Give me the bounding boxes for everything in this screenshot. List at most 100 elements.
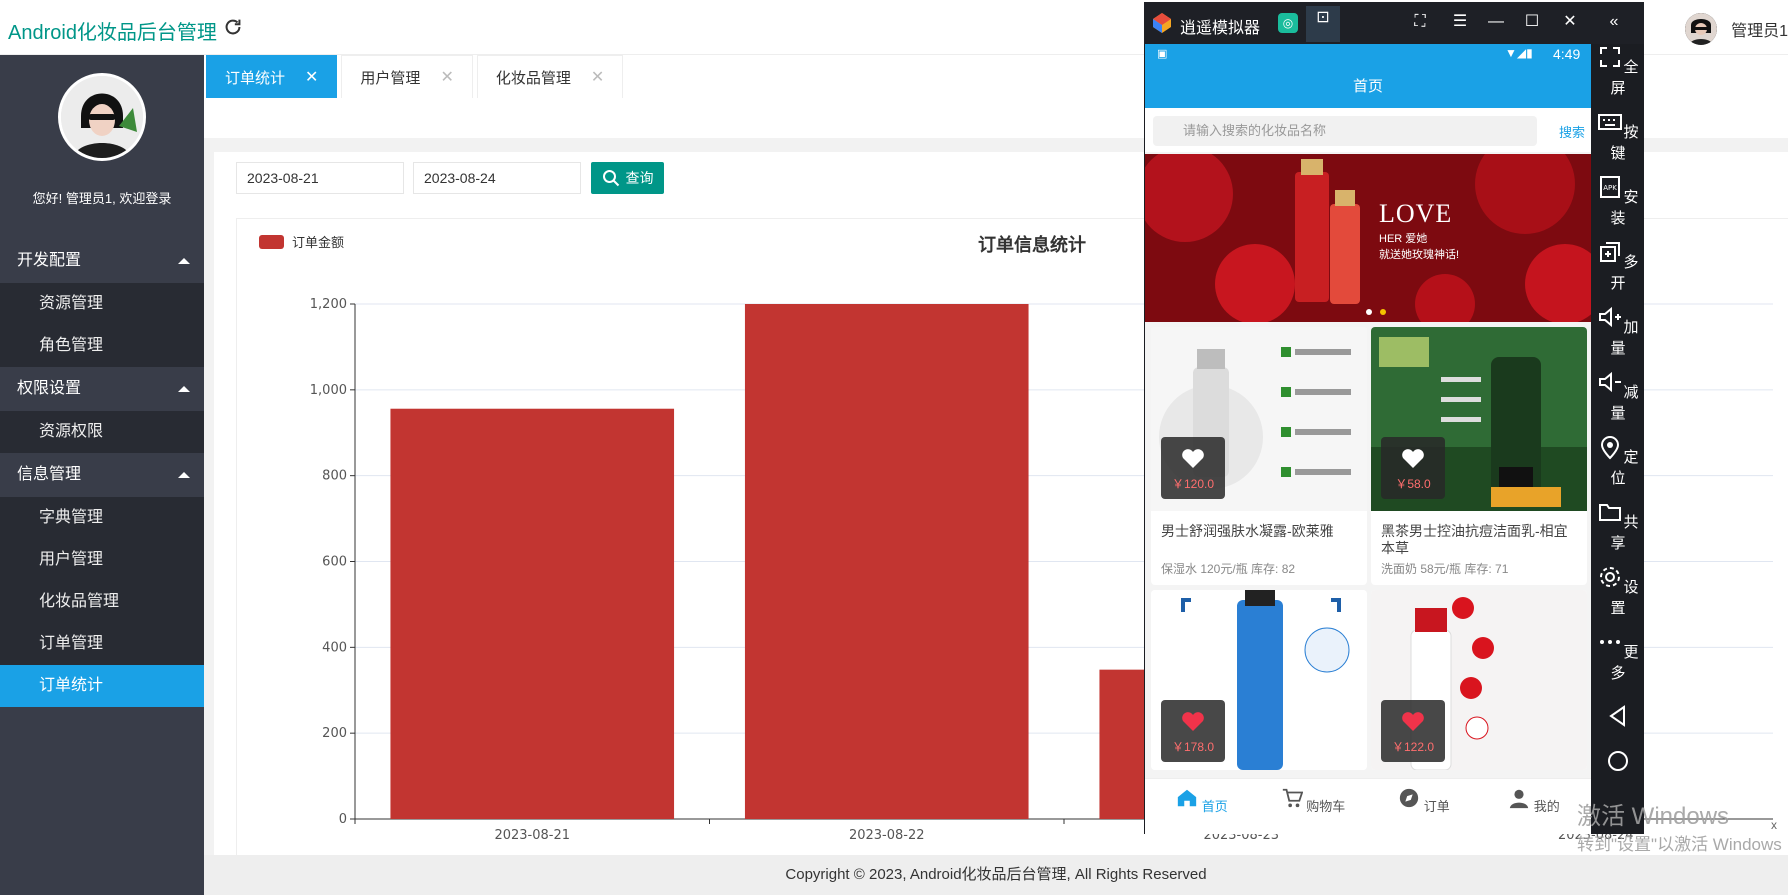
heart-icon xyxy=(1402,712,1424,731)
tool-multi[interactable]: 多开 xyxy=(1592,239,1644,293)
welcome-text: 您好! 管理员1, 欢迎登录 xyxy=(32,191,172,206)
signal-icon: ▼◢▮ xyxy=(1505,46,1533,60)
user-menu[interactable]: 管理员1 xyxy=(1685,12,1788,46)
menu-item-resource-mgmt[interactable]: 资源管理 xyxy=(0,283,204,325)
nav-label: 首页 xyxy=(1201,799,1228,814)
tool-location[interactable]: 定位 xyxy=(1592,434,1644,488)
bottom-nav: 首页 购物车 订单 我的 xyxy=(1145,778,1591,834)
start-date-input[interactable]: 2023-08-21 xyxy=(236,162,404,194)
menu-item-user-mgmt[interactable]: 用户管理 xyxy=(0,539,204,581)
search-input[interactable]: 请输入搜索的化妆品名称 xyxy=(1153,116,1537,146)
nav-label: 购物车 xyxy=(1306,799,1346,814)
nav-cart[interactable]: 购物车 xyxy=(1273,787,1353,815)
close-icon[interactable]: x xyxy=(1771,818,1777,832)
home-circle-icon[interactable] xyxy=(1606,749,1630,773)
emulator-window: 逍遥模拟器 ◎ ⊡ ⛶ ☰ — ☐ ✕ « ▣ ▼◢▮ 4:49 首页 请输入搜… xyxy=(1144,2,1644,834)
close-icon[interactable]: ✕ xyxy=(440,67,453,87)
status-time: 4:49 xyxy=(1553,46,1581,62)
tool-share[interactable]: 共享 xyxy=(1592,499,1644,553)
maximize-icon[interactable]: ☐ xyxy=(1520,10,1544,34)
y-tick-label: 1,000 xyxy=(310,383,347,398)
minimize-icon[interactable]: — xyxy=(1484,10,1508,34)
tool-keys[interactable]: 按键 xyxy=(1592,109,1644,163)
submenu-permission: 资源权限 xyxy=(0,411,204,453)
caret-up-icon xyxy=(178,472,190,478)
apps-tab-icon[interactable]: ⊡ xyxy=(1306,6,1340,42)
close-icon[interactable]: ✕ xyxy=(591,67,604,87)
menu-group-label: 信息管理 xyxy=(17,466,82,483)
refresh-icon[interactable] xyxy=(222,16,244,38)
caret-up-icon xyxy=(178,258,190,264)
y-tick-label: 200 xyxy=(322,726,347,741)
tab-order-stats[interactable]: 订单统计 ✕ xyxy=(206,55,338,98)
windows-activation-title: 激活 Windows xyxy=(1577,803,1730,830)
menu-group-label: 权限设置 xyxy=(17,380,82,397)
bar xyxy=(390,408,675,819)
nav-mine[interactable]: 我的 xyxy=(1494,787,1574,815)
menu-item-role-mgmt[interactable]: 角色管理 xyxy=(0,325,204,367)
query-button[interactable]: 查询 xyxy=(591,162,664,194)
tool-install[interactable]: APK 安装 xyxy=(1592,174,1644,228)
product-card[interactable]: ￥120.0 男士舒润强肤水凝露-欧莱雅 保湿水 120元/瓶 库存: 82 xyxy=(1151,327,1367,585)
menu-item-order-mgmt[interactable]: 订单管理 xyxy=(0,623,204,665)
y-tick-label: 1,200 xyxy=(310,297,347,312)
end-date-input[interactable]: 2023-08-24 xyxy=(413,162,581,194)
tab-label: 化妆品管理 xyxy=(495,69,571,87)
tab-user-mgmt[interactable]: 用户管理 ✕ xyxy=(341,55,473,98)
tool-volume-up[interactable]: 加量 xyxy=(1592,304,1644,358)
product-price: ￥178.0 xyxy=(1171,740,1215,754)
close-icon[interactable]: ✕ xyxy=(1558,10,1582,34)
close-icon[interactable]: ✕ xyxy=(305,67,318,87)
collapse-icon[interactable]: « xyxy=(1602,10,1626,34)
menu-group-dev-config[interactable]: 开发配置 xyxy=(0,239,204,283)
product-price: ￥122.0 xyxy=(1391,740,1435,754)
menu-icon[interactable]: ☰ xyxy=(1448,10,1472,34)
user-icon xyxy=(1510,789,1529,809)
product-card[interactable]: ￥122.0 xyxy=(1371,590,1587,770)
search-icon xyxy=(602,170,619,187)
product-meta: 洗面奶 58元/瓶 库存: 71 xyxy=(1381,562,1509,576)
menu-group-permission[interactable]: 权限设置 xyxy=(0,367,204,411)
user-name: 管理员1 xyxy=(1731,23,1788,40)
product-card[interactable]: ￥178.0 xyxy=(1151,590,1367,770)
sidebar-avatar xyxy=(58,73,146,161)
y-tick-label: 0 xyxy=(339,812,347,827)
favorite-badge[interactable]: ￥178.0 xyxy=(1161,700,1225,762)
favorite-badge[interactable]: ￥58.0 xyxy=(1381,437,1445,499)
location-icon xyxy=(1601,436,1620,460)
nav-home[interactable]: 首页 xyxy=(1162,787,1242,815)
product-card[interactable]: ￥58.0 黑茶男士控油抗痘洁面乳-相宜本草 洗面奶 58元/瓶 库存: 71 xyxy=(1371,327,1587,585)
sidebar: 您好! 管理员1, 欢迎登录 开发配置 资源管理 角色管理 权限设置 资源权限 … xyxy=(0,55,204,895)
apk-icon: APK xyxy=(1600,176,1621,198)
cart-icon xyxy=(1282,788,1304,808)
y-tick-label: 800 xyxy=(322,469,347,484)
compass-icon xyxy=(1400,788,1419,808)
menu-group-info-mgmt[interactable]: 信息管理 xyxy=(0,453,204,497)
menu-group-label: 开发配置 xyxy=(17,252,82,269)
menu-item-cosmetic-mgmt[interactable]: 化妆品管理 xyxy=(0,581,204,623)
gear-icon xyxy=(1600,567,1621,587)
folder-icon xyxy=(1599,504,1622,521)
nav-label: 我的 xyxy=(1533,799,1560,814)
tool-settings[interactable]: 设置 xyxy=(1592,564,1644,618)
favorite-badge[interactable]: ￥122.0 xyxy=(1381,700,1445,762)
nav-orders[interactable]: 订单 xyxy=(1384,787,1464,815)
y-tick-label: 400 xyxy=(322,640,347,655)
favorite-badge[interactable]: ￥120.0 xyxy=(1161,437,1225,499)
promo-banner[interactable]: LOVE HER 爱她 就送她玫瑰神话! xyxy=(1145,154,1591,322)
menu-item-dict-mgmt[interactable]: 字典管理 xyxy=(0,497,204,539)
tool-more[interactable]: 更多 xyxy=(1592,629,1644,683)
emulator-title: 逍遥模拟器 xyxy=(1180,20,1261,37)
screenshot-icon[interactable]: ⛶ xyxy=(1408,10,1432,34)
tool-fullscreen[interactable]: 全屏 xyxy=(1592,44,1644,98)
heart-icon xyxy=(1182,712,1204,731)
y-tick-label: 600 xyxy=(322,555,347,570)
banner-headline: LOVE xyxy=(1379,199,1453,228)
search-button[interactable]: 搜索 xyxy=(1559,122,1585,141)
back-icon[interactable] xyxy=(1606,704,1630,728)
tool-volume-down[interactable]: 减量 xyxy=(1592,369,1644,423)
tab-cosmetic-mgmt[interactable]: 化妆品管理 ✕ xyxy=(476,55,624,98)
app-icon[interactable]: ◎ xyxy=(1278,13,1298,33)
menu-item-resource-permission[interactable]: 资源权限 xyxy=(0,411,204,453)
menu-item-order-stats[interactable]: 订单统计 xyxy=(0,665,204,707)
